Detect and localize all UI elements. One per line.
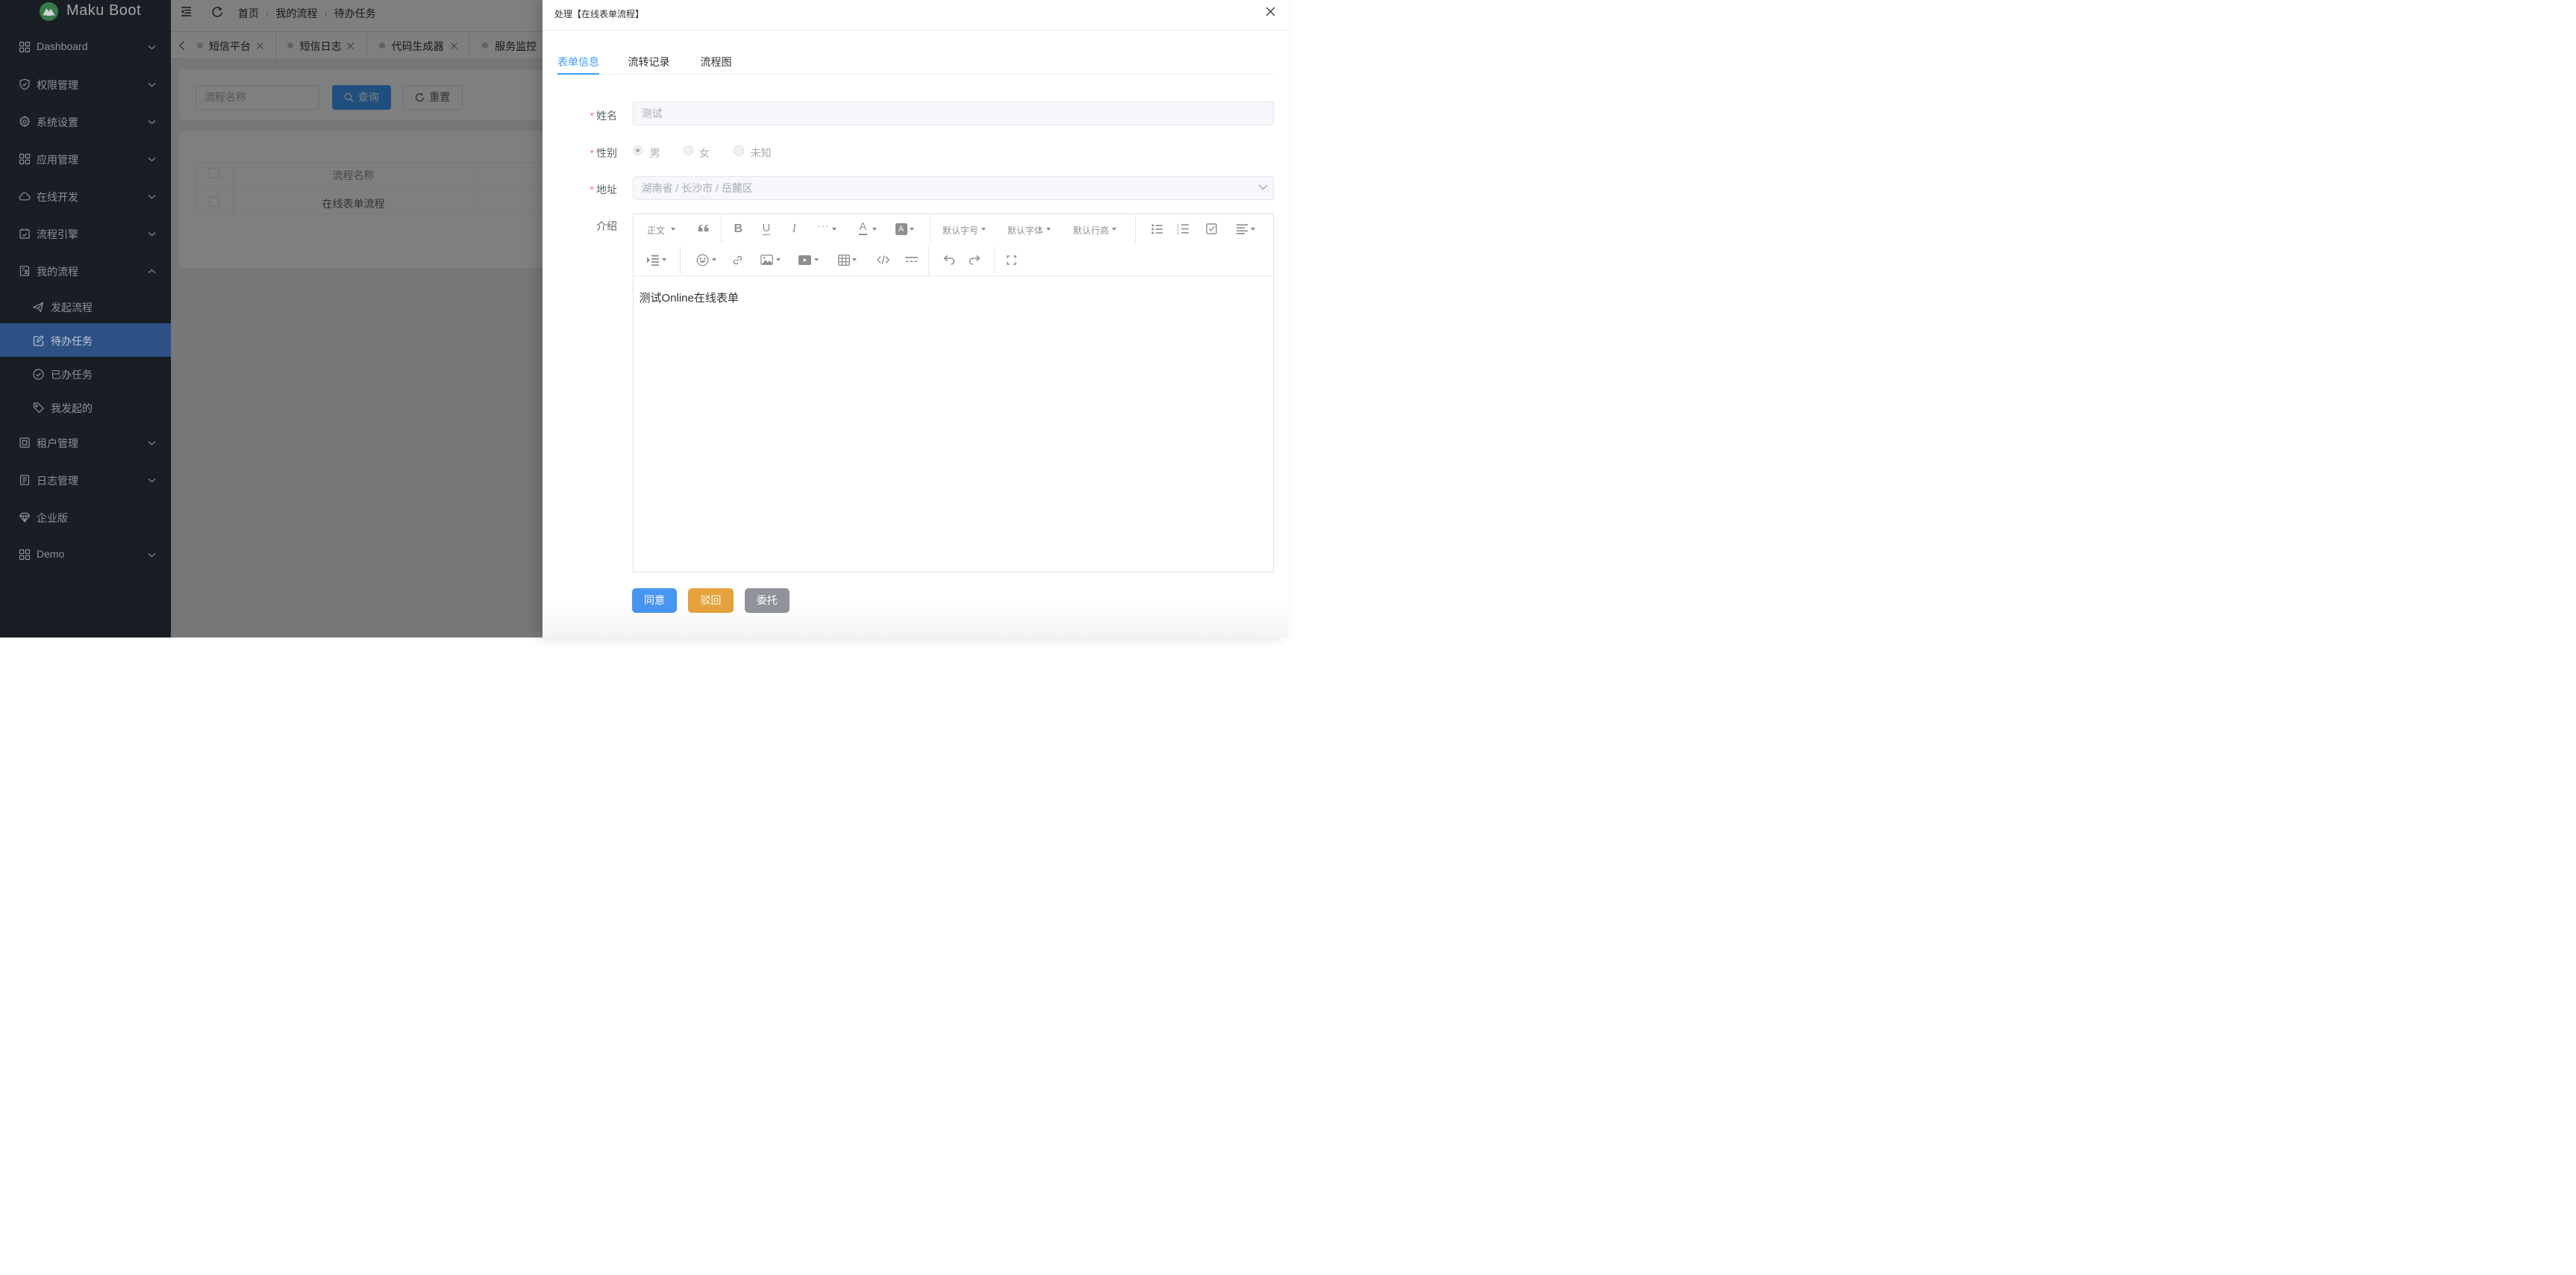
svg-text:3: 3 [1177, 231, 1179, 234]
